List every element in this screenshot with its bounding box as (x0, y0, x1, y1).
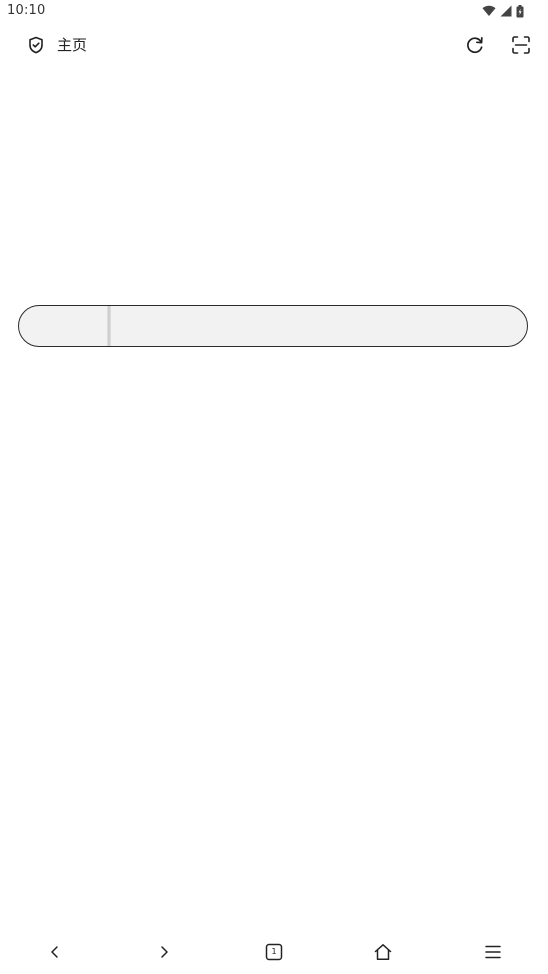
search-bar[interactable] (18, 305, 528, 347)
search-input[interactable] (19, 306, 527, 346)
bottom-nav: 1 (0, 932, 548, 974)
shield-check-icon[interactable] (26, 35, 46, 55)
page-title: 主页 (57, 36, 88, 54)
menu-icon[interactable] (482, 941, 504, 963)
tab-count: 1 (271, 947, 277, 956)
search-cursor-divider (107, 306, 111, 346)
top-bar: 主页 (0, 28, 548, 62)
browser-screen: 10:10 主页 1 (0, 0, 548, 974)
status-time: 10:10 (7, 3, 46, 18)
scan-icon[interactable] (510, 34, 532, 56)
cell-signal-icon (500, 5, 512, 17)
status-bar: 10:10 (0, 0, 548, 22)
wifi-icon (482, 5, 496, 17)
home-icon[interactable] (372, 941, 394, 963)
forward-icon[interactable] (153, 941, 175, 963)
status-icons (482, 4, 524, 18)
refresh-icon[interactable] (464, 34, 486, 56)
tabs-icon[interactable]: 1 (263, 941, 285, 963)
battery-icon (516, 4, 524, 18)
back-icon[interactable] (44, 941, 66, 963)
